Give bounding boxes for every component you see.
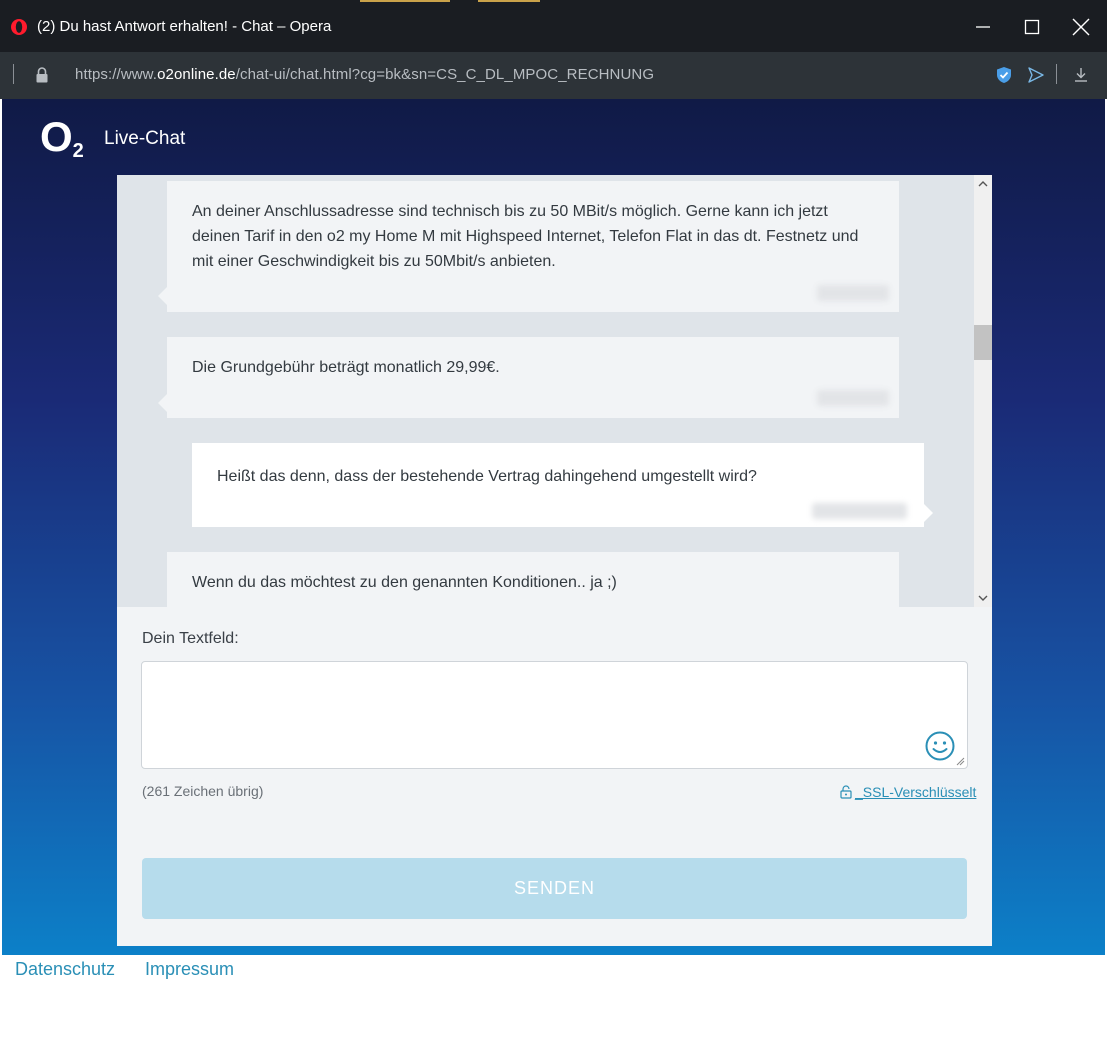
titlebar-accent [478, 0, 540, 2]
emoji-icon[interactable] [924, 730, 956, 762]
page-title: Live-Chat [104, 128, 186, 149]
url-field[interactable]: https://www.o2online.de/chat-ui/chat.htm… [75, 66, 654, 83]
message-text: An deiner Anschlussadresse sind technisc… [192, 203, 859, 270]
scroll-down-icon[interactable] [978, 594, 988, 602]
close-icon [1072, 18, 1090, 36]
footer-link-datenschutz[interactable]: Datenschutz [15, 959, 115, 980]
message-text: Die Grundgebühr beträgt monatlich 29,99€… [192, 359, 500, 376]
resize-grip-icon[interactable] [955, 756, 965, 766]
security-badge-icon[interactable] [995, 66, 1013, 84]
message-timestamp-redacted [812, 503, 907, 519]
minimize-button[interactable] [968, 12, 998, 42]
url-prefix: https://www. [75, 66, 158, 83]
opera-logo-icon [11, 19, 27, 35]
message-text: Heißt das denn, dass der bestehende Vert… [217, 468, 757, 485]
send-page-icon[interactable] [1027, 66, 1045, 84]
o2-logo-sub: 2 [72, 140, 84, 162]
user-message: Heißt das denn, dass der bestehende Vert… [192, 443, 933, 527]
address-divider [13, 64, 14, 84]
footer-link-impressum[interactable]: Impressum [145, 959, 234, 980]
message-timestamp-redacted [817, 285, 889, 301]
scroll-up-icon[interactable] [978, 180, 988, 188]
textfield-label: Dein Textfeld: [142, 630, 239, 647]
maximize-button[interactable] [1017, 12, 1047, 42]
unlock-icon [840, 785, 852, 799]
chat-scrollbar[interactable] [974, 175, 992, 607]
chat-scrollbar-thumb[interactable] [974, 325, 992, 360]
address-divider [1056, 64, 1057, 84]
agent-message: An deiner Anschlussadresse sind technisc… [158, 181, 899, 312]
message-input[interactable] [141, 661, 968, 769]
bubble-tail [158, 287, 167, 305]
maximize-icon [1024, 19, 1040, 35]
bubble-tail [924, 504, 933, 522]
download-icon[interactable] [1072, 66, 1090, 84]
ssl-encrypted-link[interactable]: _SSL-Verschlüsselt [840, 784, 976, 800]
url-domain: o2online.de [157, 66, 236, 83]
message-text: Wenn du das möchtest zu den genannten Ko… [192, 574, 617, 591]
ssl-label: _SSL-Verschlüsselt [855, 784, 977, 800]
agent-message: Wenn du das möchtest zu den genannten Ko… [167, 552, 899, 607]
message-timestamp-redacted [817, 390, 889, 406]
agent-message: Die Grundgebühr beträgt monatlich 29,99€… [158, 337, 899, 418]
window-title: (2) Du hast Antwort erhalten! - Chat – O… [37, 18, 332, 35]
minimize-icon [976, 26, 990, 28]
url-path: /chat-ui/chat.html?cg=bk&sn=CS_C_DL_MPOC… [235, 66, 655, 83]
lock-icon[interactable] [35, 66, 49, 84]
o2-logo: O2 [40, 116, 84, 163]
o2-logo-letter: O [40, 113, 73, 160]
titlebar-accent [360, 0, 450, 2]
character-counter: (261 Zeichen übrig) [142, 783, 264, 799]
bubble-tail [158, 394, 167, 412]
close-button[interactable] [1066, 12, 1096, 42]
send-button[interactable]: SENDEN [142, 858, 967, 919]
